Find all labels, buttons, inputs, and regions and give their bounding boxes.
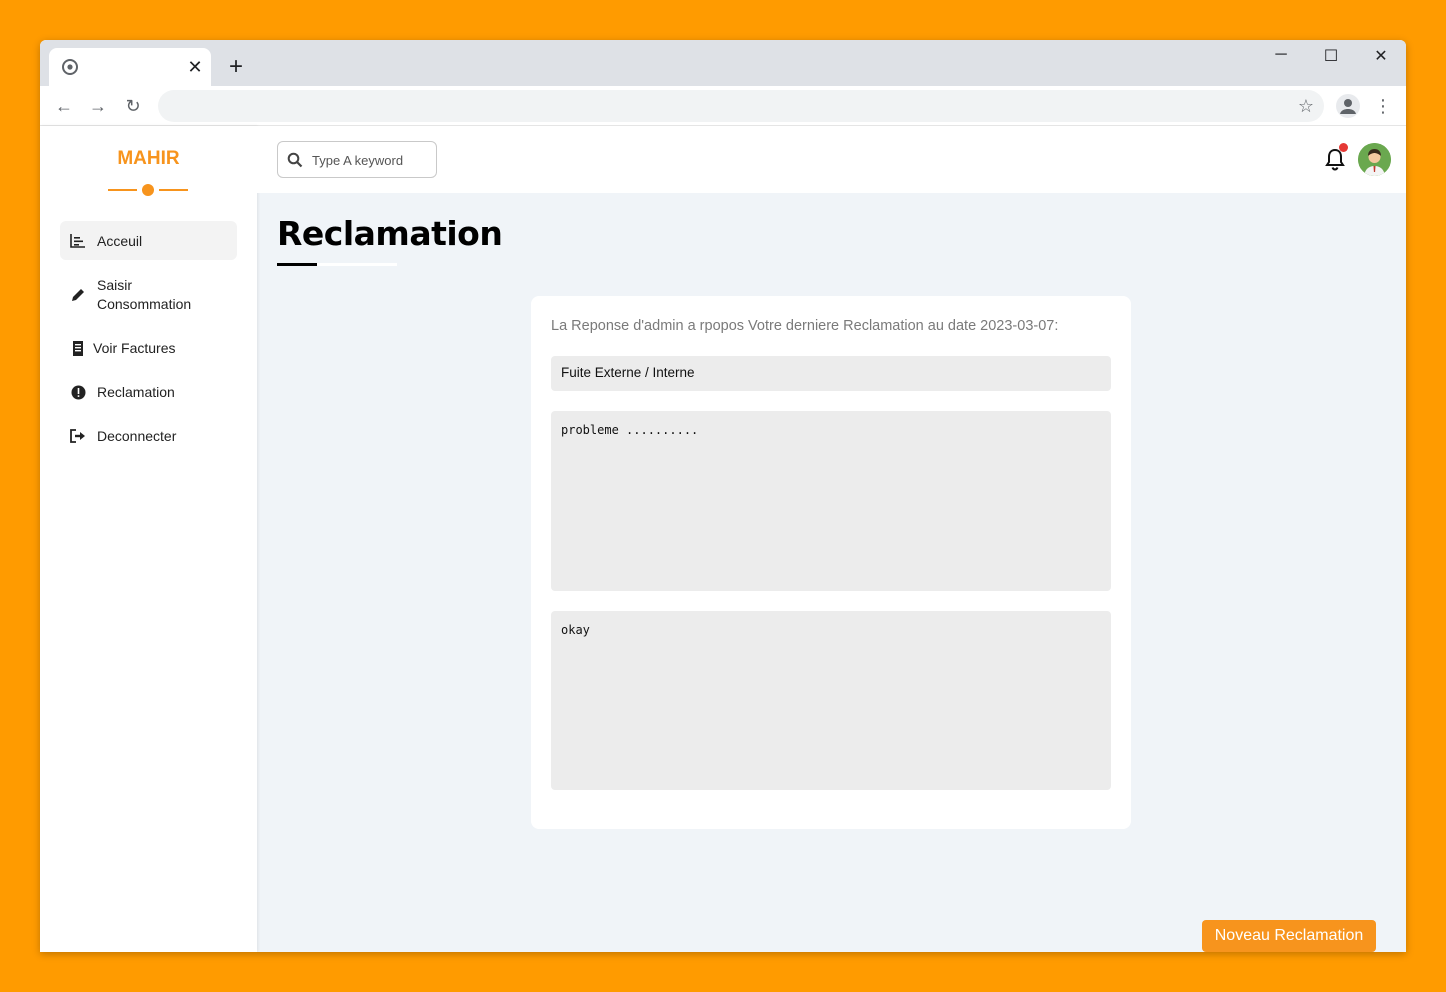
star-icon[interactable]: ☆	[1298, 96, 1314, 116]
page-title: Reclamation	[277, 214, 503, 253]
exclamation-circle-icon	[69, 383, 87, 401]
sidebar-item-label: Voir Factures	[93, 340, 176, 356]
chrome-icon	[62, 59, 78, 75]
tab-bar: ✕ + ─ ☐ ✕	[40, 40, 1406, 86]
tab-close-icon[interactable]: ✕	[185, 57, 205, 77]
maximize-button[interactable]: ☐	[1311, 46, 1351, 66]
back-icon[interactable]: ←	[53, 95, 75, 117]
new-tab-button[interactable]: +	[225, 55, 247, 79]
message-textarea[interactable]: probleme ..........	[551, 411, 1111, 591]
sign-out-icon	[69, 427, 87, 445]
sidebar: MAHIR Acceuil Saisir Consommation Voir F…	[40, 126, 257, 952]
sidebar-item-deconnecter[interactable]: Deconnecter	[60, 418, 237, 454]
browser-tab[interactable]: ✕	[49, 48, 211, 86]
brand-logo: MAHIR	[117, 148, 180, 169]
address-bar[interactable]: ☆	[158, 90, 1324, 122]
reload-icon[interactable]: ↻	[122, 95, 144, 117]
sidebar-item-voir-factures[interactable]: Voir Factures	[60, 330, 237, 366]
window-close-button[interactable]: ✕	[1361, 46, 1401, 66]
reclamation-card: La Reponse d'admin a rpopos Votre dernie…	[531, 296, 1131, 829]
reclamation-type-field[interactable]: Fuite Externe / Interne	[551, 356, 1111, 391]
notification-badge	[1339, 143, 1348, 152]
sidebar-item-label: Reclamation	[97, 384, 175, 400]
response-textarea[interactable]: okay	[551, 611, 1111, 790]
new-reclamation-button[interactable]: Noveau Reclamation	[1202, 920, 1376, 952]
browser-menu-icon[interactable]: ⋮	[1374, 95, 1392, 117]
sidebar-item-label: Acceuil	[97, 232, 143, 249]
avatar[interactable]	[1358, 143, 1391, 176]
pencil-icon	[69, 286, 87, 304]
forward-icon[interactable]: →	[87, 95, 109, 117]
app: MAHIR Acceuil Saisir Consommation Voir F…	[40, 126, 1406, 952]
title-underline	[277, 263, 397, 266]
search-icon	[287, 152, 303, 168]
browser-window: ✕ + ─ ☐ ✕ ← → ↻ ☆ ⋮ MAHIR Acceuil Saisir…	[40, 40, 1406, 952]
sidebar-item-label: Deconnecter	[97, 428, 177, 444]
minimize-button[interactable]: ─	[1261, 46, 1301, 66]
sidebar-item-saisir-consommation[interactable]: Saisir Consommation	[60, 276, 237, 314]
search-box[interactable]	[277, 141, 437, 178]
sidebar-item-reclamation[interactable]: Reclamation	[60, 374, 237, 410]
sidebar-item-acceuil[interactable]: Acceuil	[60, 221, 237, 260]
profile-icon[interactable]	[1336, 94, 1360, 118]
brand-decoration	[108, 184, 188, 196]
top-bar	[257, 126, 1406, 193]
chart-icon	[69, 232, 87, 250]
search-input[interactable]	[312, 150, 430, 170]
browser-toolbar: ← → ↻ ☆ ⋮	[40, 86, 1406, 126]
receipt-icon	[69, 339, 87, 357]
sidebar-item-label: Saisir Consommation	[97, 277, 192, 312]
card-heading: La Reponse d'admin a rpopos Votre dernie…	[551, 318, 1059, 334]
